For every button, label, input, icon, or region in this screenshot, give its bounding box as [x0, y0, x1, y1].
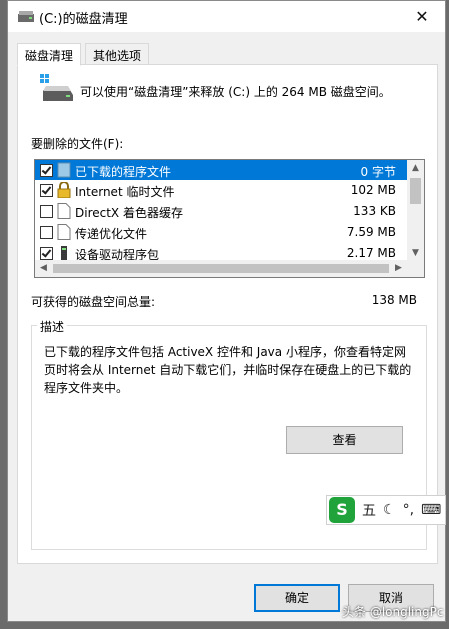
scroll-right-icon[interactable]: ▶: [390, 260, 407, 277]
file-icon: [57, 224, 71, 240]
list-item[interactable]: 传递优化文件 7.59 MB: [35, 222, 408, 242]
checkbox[interactable]: [40, 247, 53, 260]
file-name: 已下载的程序文件: [75, 165, 172, 179]
drive-icon: [18, 11, 34, 22]
vertical-scrollbar[interactable]: ▲ ▼: [407, 160, 424, 262]
file-size: 102 MB: [350, 183, 396, 197]
files-listbox[interactable]: 已下载的程序文件 0 字节 Internet 临时文件 102 MB Direc…: [34, 159, 425, 278]
tab-disk-cleanup[interactable]: 磁盘清理: [17, 43, 82, 66]
checkbox[interactable]: [40, 184, 53, 197]
file-name: Internet 临时文件: [75, 185, 175, 199]
scroll-up-icon[interactable]: ▲: [407, 160, 424, 177]
watermark: 头条 @longlingPc: [342, 605, 444, 619]
title-bar: (C:)的磁盘清理 ✕: [8, 1, 445, 32]
file-name: 传递优化文件: [75, 227, 148, 241]
close-button[interactable]: ✕: [399, 1, 445, 32]
description-legend: 描述: [37, 318, 68, 335]
scroll-left-icon[interactable]: ◀: [35, 260, 52, 277]
horizontal-scrollbar[interactable]: ◀ ▶: [35, 260, 424, 277]
total-space-value: 138 MB: [371, 293, 417, 307]
file-size: 7.59 MB: [346, 225, 396, 239]
file-icon: [57, 203, 71, 219]
lock-icon: [57, 182, 71, 198]
total-space-label: 可获得的磁盘空间总量:: [31, 295, 156, 309]
punctuation-icon[interactable]: °,: [403, 502, 414, 518]
ime-toolbar[interactable]: S 五 ☾ °, ⌨: [326, 495, 446, 525]
tab-more-options[interactable]: 其他选项: [85, 43, 150, 65]
drive-cleanup-icon: [40, 74, 73, 101]
disk-cleanup-window: (C:)的磁盘清理 ✕ 磁盘清理 其他选项 可以使用“磁盘清理”来释放 (C:)…: [7, 0, 446, 622]
file-name: DirectX 着色器缓存: [75, 206, 183, 220]
folder-icon: [57, 162, 71, 178]
keyboard-icon[interactable]: ⌨: [421, 502, 441, 518]
driver-icon: [61, 246, 67, 260]
list-item[interactable]: DirectX 着色器缓存 133 KB: [35, 201, 408, 221]
file-size: 0 字节: [360, 165, 396, 179]
window-title: (C:)的磁盘清理: [39, 12, 128, 27]
description-text: 已下载的程序文件包括 ActiveX 控件和 Java 小程序，你查看特定网页时…: [44, 345, 412, 395]
list-item[interactable]: Internet 临时文件 102 MB: [35, 180, 408, 200]
view-files-button[interactable]: 查看: [286, 426, 403, 454]
intro-text: 可以使用“磁盘清理”来释放 (C:) 上的 264 MB 磁盘空间。: [80, 85, 391, 99]
scroll-thumb[interactable]: [410, 178, 421, 204]
scroll-thumb[interactable]: [53, 264, 389, 273]
checkbox[interactable]: [40, 226, 53, 239]
disk-cleanup-panel: 可以使用“磁盘清理”来释放 (C:) 上的 264 MB 磁盘空间。 要删除的文…: [17, 64, 438, 564]
moon-icon[interactable]: ☾: [383, 502, 396, 518]
input-mode-indicator[interactable]: 五: [362, 500, 376, 520]
list-item[interactable]: 已下载的程序文件 0 字节: [35, 160, 408, 180]
files-to-delete-label: 要删除的文件(F):: [31, 137, 124, 151]
close-icon: ✕: [415, 7, 429, 26]
file-size: 2.17 MB: [346, 246, 396, 260]
sogou-logo-icon[interactable]: S: [329, 497, 355, 523]
checkbox[interactable]: [40, 164, 53, 177]
file-size: 133 KB: [353, 204, 396, 218]
checkbox[interactable]: [40, 205, 53, 218]
scrollbar-corner: [407, 260, 424, 277]
ok-button[interactable]: 确定: [254, 584, 340, 612]
